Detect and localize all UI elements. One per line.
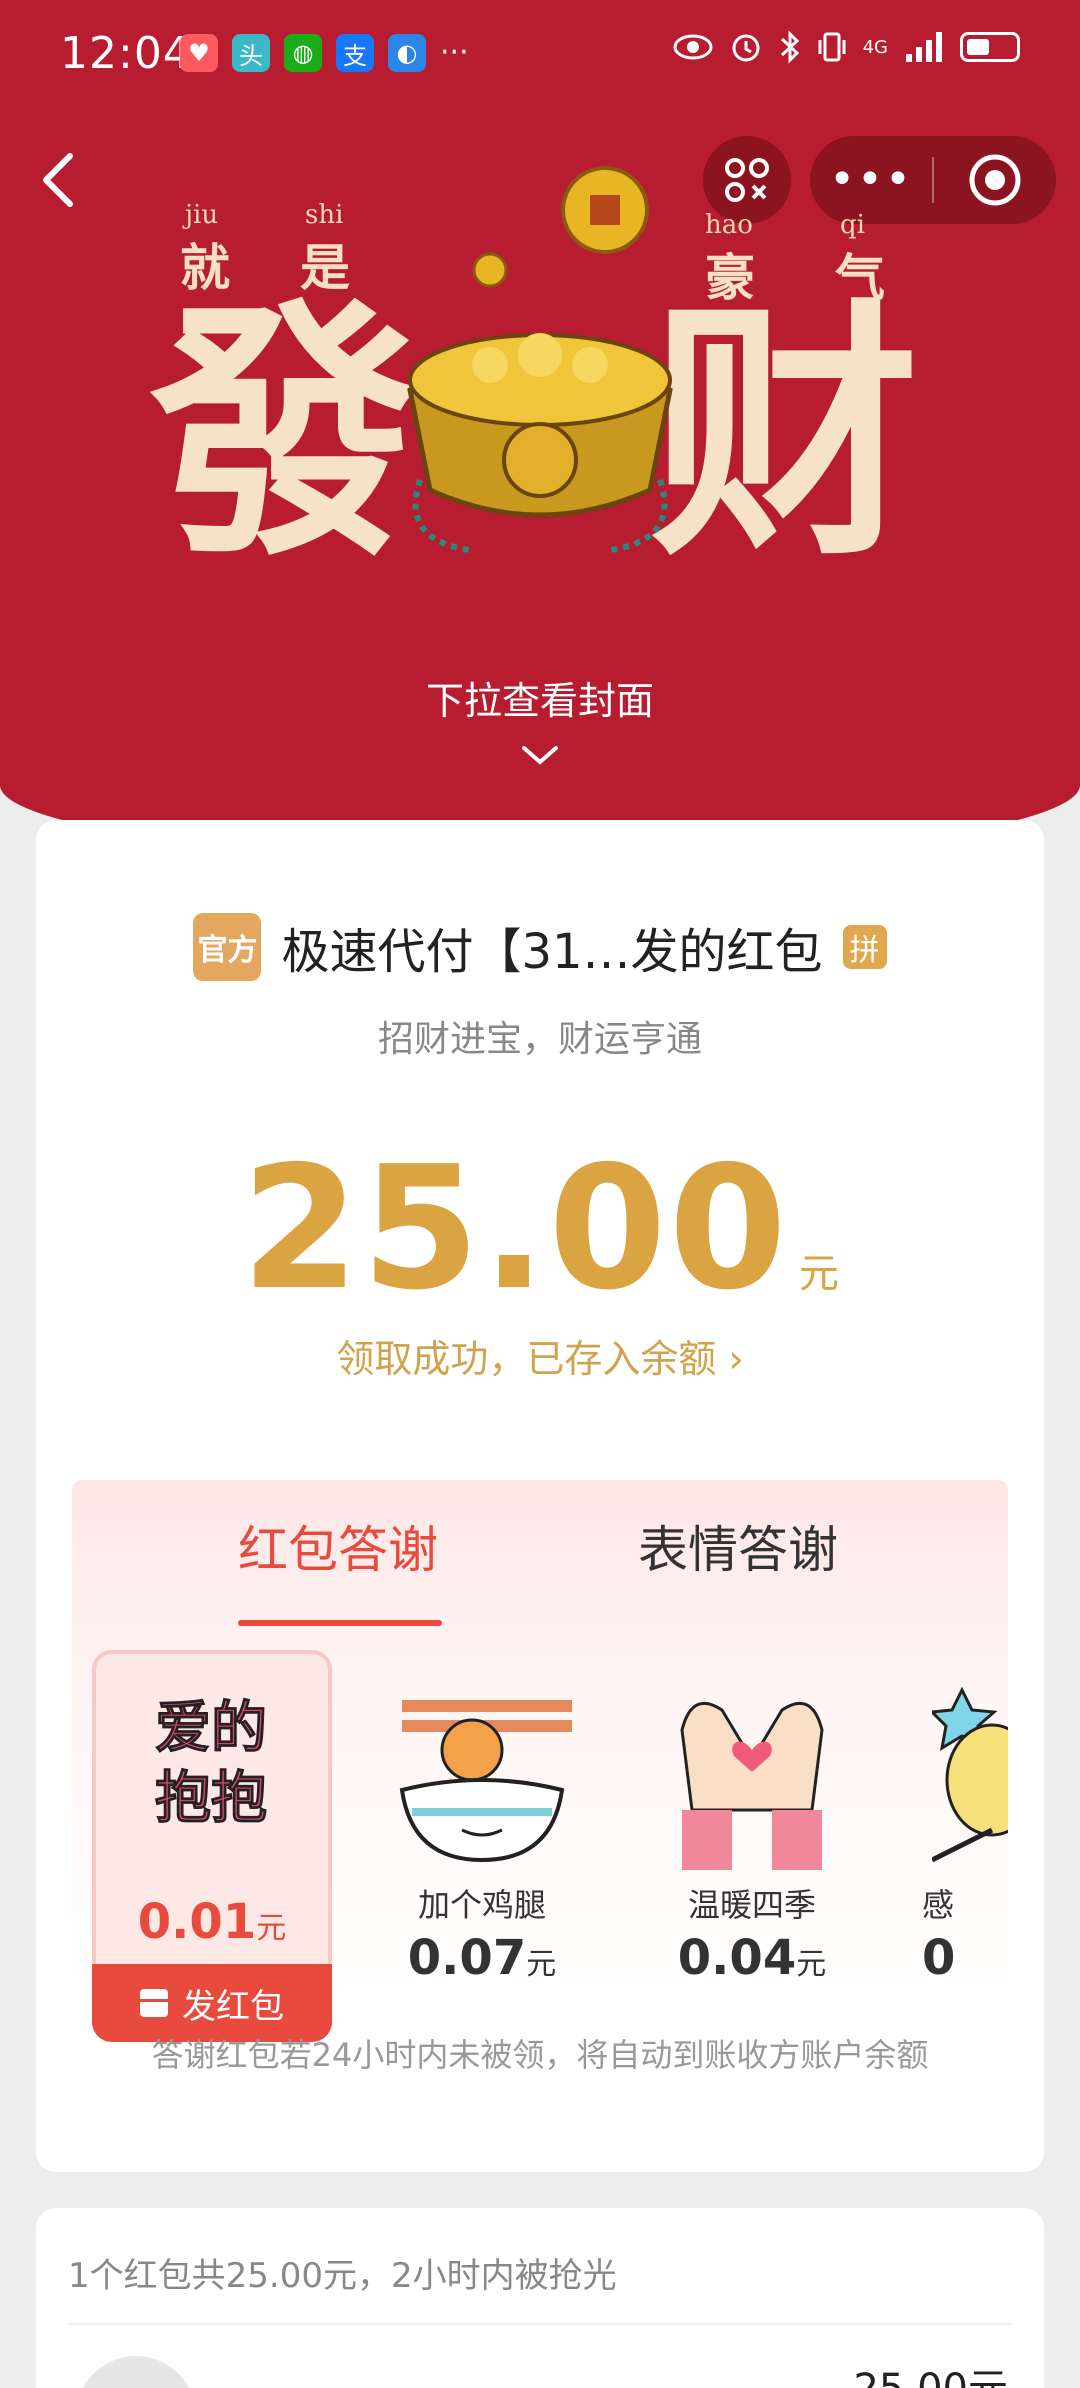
back-button[interactable]	[30, 140, 90, 220]
hug-sticker: 爱的抱抱	[126, 1674, 306, 1874]
network-type: 4G	[862, 36, 888, 58]
chevron-down-icon	[522, 746, 558, 765]
gift-price: 0.01元	[96, 1894, 328, 1950]
browser-icon: ◐	[388, 34, 426, 72]
active-tab-indicator	[238, 1620, 442, 1626]
claim-summary-card: 1个红包共25.00元，2小时内被抢光 25.00元	[36, 2208, 1044, 2388]
cover-artwork: jiu shi hao qi 就 是 豪 气 發 财	[150, 160, 930, 600]
gift-price-unit: 元	[796, 1947, 827, 1982]
gift-price-value: 0.07	[407, 1930, 527, 1986]
gift-label: 感	[922, 1886, 955, 1924]
gift-price-unit: 元	[526, 1947, 557, 1982]
status-bar: 12:04 ♥ 头 ◍ 支 ◐ ··· 4G	[0, 0, 1080, 110]
pinyin-jiu: jiu	[185, 200, 219, 230]
gift-price-value: 0	[922, 1930, 956, 1986]
sender-name: 极速代付【31…发的红包	[281, 924, 823, 980]
eye-icon	[673, 34, 713, 60]
send-button-label: 发红包	[182, 1986, 284, 2027]
alarm-icon	[732, 34, 760, 62]
thanks-note: 答谢红包若24小时内未被领，将自动到账收方账户余额	[151, 2036, 929, 2074]
greeting-message: 招财进宝，财运亨通	[377, 1019, 702, 1060]
vibrate-icon	[818, 32, 846, 62]
pinyin-qi: qi	[840, 210, 865, 240]
pinyin-hao: hao	[705, 210, 753, 240]
bluetooth-icon	[780, 30, 799, 64]
thanks-tabs: 红包答谢 表情答谢	[72, 1510, 1008, 1626]
pull-down-hint[interactable]: 下拉查看封面	[0, 670, 1080, 725]
avatar[interactable]	[76, 2356, 196, 2388]
amount-unit: 元	[798, 1251, 839, 1297]
treasure-bowl-illustration	[407, 166, 673, 553]
amount-value: 25.00	[241, 1130, 789, 1328]
gift-label: 温暖四季	[687, 1886, 816, 1924]
page: 12:04 ♥ 头 ◍ 支 ◐ ··· 4G ••• jiu shi hao q…	[0, 0, 1080, 2388]
claim-amount: 25.00元	[853, 2356, 1008, 2388]
gift-item-thanks[interactable]: 感 0	[902, 1650, 1008, 2042]
gift-price: 0.04元	[632, 1930, 872, 1986]
heart-hands-icon	[680, 1701, 824, 1870]
tab-sticker-thanks[interactable]: 表情答谢	[638, 1510, 838, 1582]
battery-icon	[960, 32, 1020, 62]
status-time: 12:04	[60, 28, 192, 79]
rice-bowl-drumstick-icon	[399, 1700, 572, 1863]
official-badge: 官方	[193, 913, 262, 981]
pinyin-shi: shi	[305, 200, 344, 230]
gift-price-value: 0.04	[677, 1930, 797, 1986]
app-icon: 头	[232, 34, 270, 72]
gift-item-drumstick[interactable]: 加个鸡腿 0.07元	[362, 1650, 602, 2042]
hug-sticker-text: 爱的抱抱	[155, 1696, 268, 1832]
gift-price-value: 0.01	[137, 1894, 257, 1950]
thanks-gift-list: 爱的抱抱 0.01元 发红包 加个鸡腿 0.07元 温暖四季 0.04元 感 0	[72, 1650, 1008, 2050]
alipay-icon: 支	[336, 34, 374, 72]
gift-price: 0.07元	[362, 1930, 602, 1986]
red-packet-detail-card: 官方 极速代付【31…发的红包 拼 招财进宝，财运亨通 25.00 元 领取成功，…	[36, 820, 1044, 2172]
red-packet-icon	[140, 1989, 168, 2017]
amount-display: 25.00 元	[36, 1130, 1044, 1328]
divider	[68, 2323, 1012, 2325]
target-icon	[969, 154, 1021, 206]
gift-item-warm-seasons[interactable]: 温暖四季 0.04元	[632, 1650, 872, 2042]
claim-summary-text: 1个红包共25.00元，2小时内被抢光	[68, 2256, 617, 2296]
signal-icon	[906, 32, 942, 62]
received-balance-link[interactable]: 领取成功，已存入余额 ›	[36, 1328, 1044, 1383]
more-notifications-icon: ···	[440, 35, 469, 70]
gift-price-unit: 元	[256, 1911, 287, 1946]
sender-row: 官方 极速代付【31…发的红包 拼	[36, 912, 1044, 982]
gift-item-hug[interactable]: 爱的抱抱 0.01元 发红包	[92, 1650, 332, 2042]
wechat-icon: ◍	[284, 34, 322, 72]
pin-badge: 拼	[842, 925, 887, 969]
shopping-app-icon: ♥	[180, 34, 218, 72]
tab-red-packet-thanks[interactable]: 红包答谢	[238, 1510, 438, 1582]
notification-icons: ♥ 头 ◍ 支 ◐ ···	[180, 34, 469, 72]
red-packet-cover: 12:04 ♥ 头 ◍ 支 ◐ ··· 4G ••• jiu shi hao q…	[0, 0, 1080, 860]
star-sticker-icon	[932, 1686, 1008, 1863]
close-mini-program-button[interactable]	[934, 152, 1056, 208]
gift-price: 0	[922, 1930, 1008, 1986]
gift-label: 加个鸡腿	[417, 1886, 546, 1924]
system-icons: 4G	[673, 30, 1020, 64]
thanks-panel: 红包答谢 表情答谢 爱的抱抱 0.01元 发红包 加个鸡腿 0.07元 温暖四季…	[72, 1480, 1008, 2052]
